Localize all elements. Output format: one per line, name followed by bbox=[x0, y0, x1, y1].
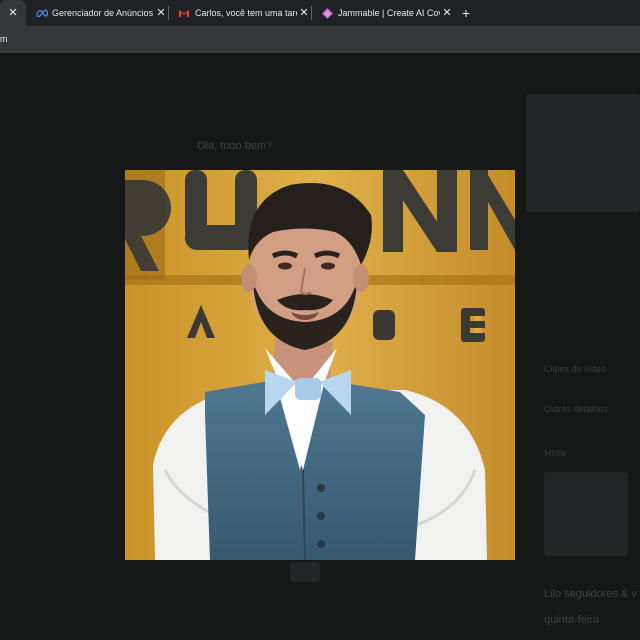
header-thumbnail bbox=[526, 94, 640, 212]
reaction-thumbnail bbox=[290, 562, 320, 582]
new-tab-button[interactable]: + bbox=[454, 0, 478, 26]
side-text: quinta-feira bbox=[544, 614, 600, 626]
tab-jammable[interactable]: Jammable | Create AI Covers ✕ bbox=[312, 0, 454, 26]
media-thumbnail bbox=[544, 472, 628, 556]
close-icon[interactable]: ✕ bbox=[6, 6, 20, 20]
chat-caption: Ola, tudo bem? bbox=[197, 140, 273, 152]
close-icon[interactable]: ✕ bbox=[440, 6, 454, 20]
side-text: Lilo seguidores & v bbox=[544, 588, 637, 600]
close-icon[interactable]: ✕ bbox=[297, 6, 311, 20]
meta-icon bbox=[34, 6, 48, 20]
side-item: Clipes de vídeo bbox=[544, 364, 607, 374]
tab-ads-manager[interactable]: Gerenciador de Anúncios - G ✕ bbox=[26, 0, 168, 26]
tab-strip: ✕ Gerenciador de Anúncios - G ✕ Carlos, … bbox=[0, 0, 640, 26]
close-icon[interactable]: ✕ bbox=[154, 6, 168, 20]
side-item: Outros detalhes bbox=[544, 404, 608, 414]
tab-active[interactable]: ✕ bbox=[0, 0, 26, 26]
jammable-icon bbox=[320, 6, 334, 20]
address-bar[interactable]: m bbox=[0, 26, 640, 51]
address-text: m bbox=[0, 33, 8, 44]
portrait-image bbox=[125, 170, 515, 560]
side-item: Mídia bbox=[544, 448, 567, 458]
lightbox-photo bbox=[125, 170, 515, 560]
gmail-icon bbox=[177, 6, 191, 20]
plus-icon: + bbox=[461, 5, 471, 21]
tab-gmail[interactable]: Carlos, você tem uma tarefa ✕ bbox=[169, 0, 311, 26]
